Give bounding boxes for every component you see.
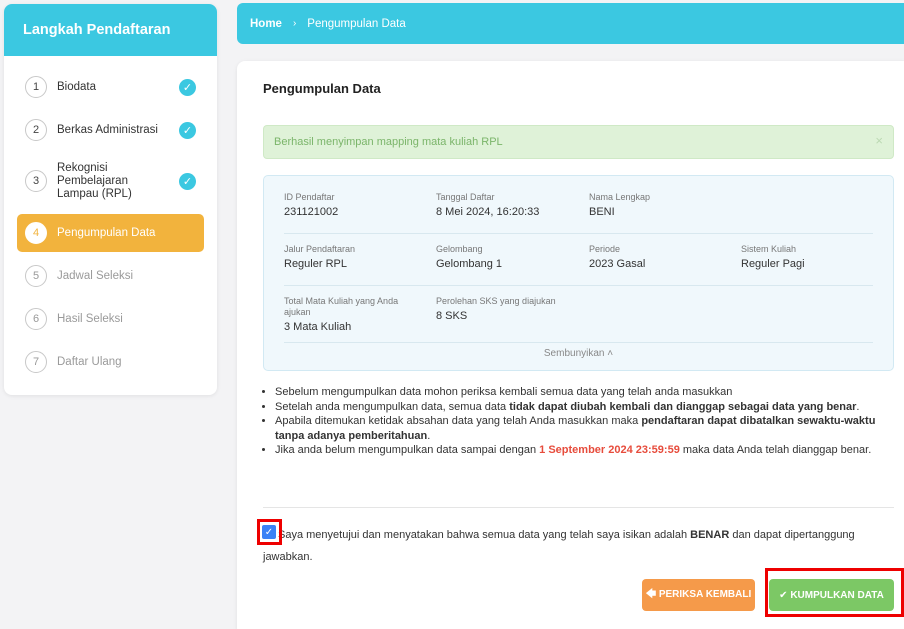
main-card: Pengumpulan Data Berhasil menyimpan mapp… bbox=[237, 61, 904, 629]
agreement-text: Saya menyetujui dan menyatakan bahwa sem… bbox=[263, 524, 863, 568]
field-label: Nama Lengkap bbox=[589, 192, 651, 202]
note-text: maka data Anda telah dianggap benar. bbox=[679, 444, 872, 456]
periksa-kembali-button[interactable]: 🡄 PERIKSA KEMBALI bbox=[642, 579, 755, 611]
note-text: . bbox=[856, 400, 860, 413]
divider bbox=[284, 285, 873, 286]
field-gelombang: Gelombang Gelombang 1 bbox=[436, 244, 502, 270]
step-hasil-seleksi: 6 Hasil Seleksi bbox=[17, 307, 204, 331]
agreement-emphasis: BENAR bbox=[690, 529, 730, 541]
check-icon: ✓ bbox=[179, 172, 196, 190]
check-icon: ✓ bbox=[179, 78, 196, 96]
step-label: Biodata bbox=[57, 80, 97, 93]
success-alert: Berhasil menyimpan mapping mata kuliah R… bbox=[263, 125, 894, 159]
deadline-text: 1 September 2024 23:59:59 bbox=[539, 444, 680, 456]
field-id-pendaftar: ID Pendaftar 231121002 bbox=[284, 192, 338, 218]
step-label: Jadwal Seleksi bbox=[57, 269, 134, 282]
check-icon: ✓ bbox=[179, 121, 196, 139]
registration-info-panel: ID Pendaftar 231121002 Tanggal Daftar 8 … bbox=[263, 175, 894, 371]
list-item: Apabila ditemukan ketidak absahan data y… bbox=[275, 414, 901, 443]
field-jalur-pendaftaran: Jalur Pendaftaran Reguler RPL bbox=[284, 244, 355, 270]
field-sistem-kuliah: Sistem Kuliah Reguler Pagi bbox=[741, 244, 805, 270]
step-label: Daftar Ulang bbox=[57, 355, 122, 368]
field-value: Reguler Pagi bbox=[741, 258, 805, 270]
list-item: Sebelum mengumpulkan data mohon periksa … bbox=[275, 385, 901, 400]
field-label: ID Pendaftar bbox=[284, 192, 335, 202]
alert-message: Berhasil menyimpan mapping mata kuliah R… bbox=[274, 136, 503, 148]
field-nama-lengkap: Nama Lengkap BENI bbox=[589, 192, 650, 218]
step-number: 4 bbox=[25, 222, 47, 244]
chevron-right-icon: › bbox=[292, 18, 297, 29]
divider bbox=[263, 507, 894, 508]
field-value: 8 Mei 2024, 16:20:33 bbox=[436, 206, 540, 218]
step-biodata[interactable]: 1 Biodata ✓ bbox=[17, 75, 204, 99]
step-number: 2 bbox=[25, 119, 47, 141]
field-total-mata-kuliah: Total Mata Kuliah yang Anda ajukan 3 Mat… bbox=[284, 296, 419, 333]
list-item: Jika anda belum mengumpulkan data sampai… bbox=[275, 443, 901, 458]
note-text: Setelah anda mengumpulkan data, semua da… bbox=[275, 400, 510, 413]
field-value: Gelombang 1 bbox=[436, 258, 503, 270]
step-number: 6 bbox=[25, 308, 47, 330]
step-rpl[interactable]: 3 Rekognisi Pembelajaran Lampau (RPL) ✓ bbox=[17, 161, 204, 201]
step-label: Pengumpulan Data bbox=[57, 226, 156, 239]
field-label: Sistem Kuliah bbox=[741, 244, 797, 254]
agreement-checkbox[interactable]: ✓ bbox=[262, 525, 276, 539]
note-text: Sebelum mengumpulkan data mohon periksa … bbox=[275, 386, 733, 398]
step-pengumpulan-data[interactable]: 4 Pengumpulan Data bbox=[17, 214, 204, 252]
field-value: BENI bbox=[589, 206, 615, 218]
field-value: 3 Mata Kuliah bbox=[284, 321, 352, 333]
note-text: Jika anda belum mengumpulkan data sampai… bbox=[275, 444, 540, 456]
sidebar-title: Langkah Pendaftaran bbox=[4, 4, 217, 56]
note-text: . bbox=[427, 429, 431, 442]
field-label: Jalur Pendaftaran bbox=[284, 244, 356, 254]
field-value: 231121002 bbox=[284, 206, 339, 218]
instructions-list: Sebelum mengumpulkan data mohon periksa … bbox=[261, 385, 901, 458]
page-title: Pengumpulan Data bbox=[263, 81, 381, 96]
kumpulkan-data-button[interactable]: ✔ KUMPULKAN DATA bbox=[769, 579, 894, 611]
field-label: Perolehan SKS yang diajukan bbox=[436, 296, 556, 306]
hide-details-toggle[interactable]: Sembunyikan ˄ bbox=[264, 348, 893, 359]
field-label: Tanggal Daftar bbox=[436, 192, 495, 202]
field-sks: Perolehan SKS yang diajukan 8 SKS bbox=[436, 296, 556, 322]
agreement-part: Saya menyetujui dan menyatakan bahwa sem… bbox=[278, 529, 691, 541]
field-value: 8 SKS bbox=[436, 310, 468, 322]
step-number: 3 bbox=[25, 170, 47, 192]
field-value: Reguler RPL bbox=[284, 258, 347, 270]
step-label: Berkas Administrasi bbox=[57, 123, 158, 136]
breadcrumb-current: Pengumpulan Data bbox=[307, 17, 406, 30]
step-jadwal-seleksi: 5 Jadwal Seleksi bbox=[17, 264, 204, 288]
field-value: 2023 Gasal bbox=[589, 258, 646, 270]
step-daftar-ulang: 7 Daftar Ulang bbox=[17, 350, 204, 374]
divider bbox=[284, 342, 873, 343]
step-berkas-administrasi[interactable]: 2 Berkas Administrasi ✓ bbox=[17, 118, 204, 142]
field-periode: Periode 2023 Gasal bbox=[589, 244, 645, 270]
field-tanggal-daftar: Tanggal Daftar 8 Mei 2024, 16:20:33 bbox=[436, 192, 539, 218]
steps-sidebar: Langkah Pendaftaran 1 Biodata ✓ 2 Berkas… bbox=[4, 4, 217, 395]
breadcrumb-home-link[interactable]: Home bbox=[250, 18, 282, 30]
breadcrumb: Home › Pengumpulan Data bbox=[237, 3, 904, 44]
note-emphasis: tidak dapat diubah kembali dan dianggap … bbox=[509, 400, 857, 413]
field-label: Total Mata Kuliah yang Anda ajukan bbox=[284, 296, 399, 317]
step-number: 1 bbox=[25, 76, 47, 98]
note-text: Apabila ditemukan ketidak absahan data y… bbox=[275, 415, 642, 427]
field-label: Gelombang bbox=[436, 244, 483, 254]
step-label: Hasil Seleksi bbox=[57, 312, 123, 325]
step-label: Rekognisi Pembelajaran Lampau (RPL) bbox=[57, 161, 132, 200]
step-number: 7 bbox=[25, 351, 47, 373]
list-item: Setelah anda mengumpulkan data, semua da… bbox=[275, 400, 901, 415]
field-label: Periode bbox=[589, 244, 621, 254]
close-icon[interactable]: × bbox=[875, 133, 883, 148]
step-number: 5 bbox=[25, 265, 47, 287]
divider bbox=[284, 233, 873, 234]
